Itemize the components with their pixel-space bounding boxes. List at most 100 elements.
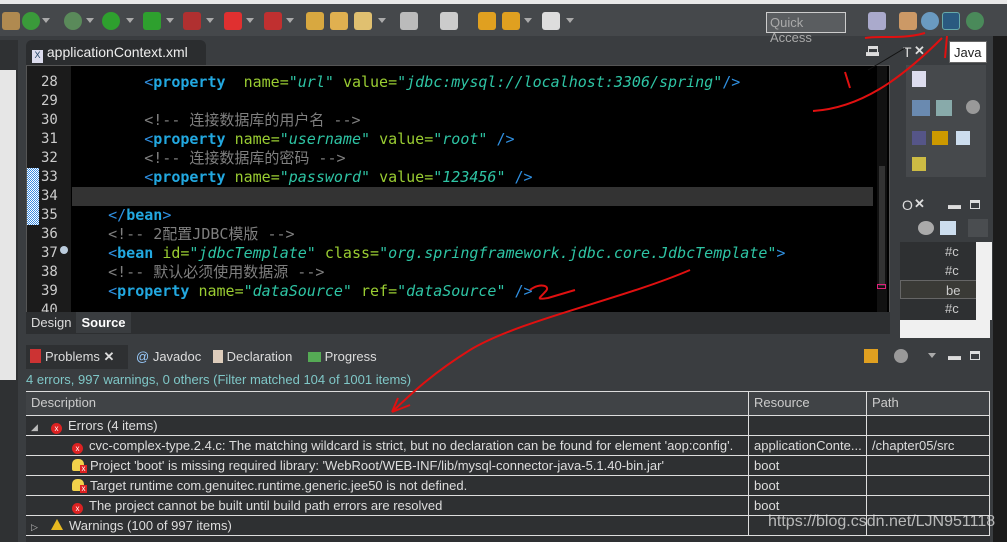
- line-number: 28: [41, 74, 58, 90]
- tab-declaration[interactable]: Declaration: [209, 345, 296, 369]
- code-editor[interactable]: 28 29 30 31 32 33 34 35 36 37 38 39 40 <property nam…: [26, 65, 890, 313]
- perspective-tooltip: Java: [949, 41, 987, 63]
- table-row[interactable]: Project 'boot' is missing required libra…: [26, 456, 990, 476]
- tab-problems[interactable]: Problems ✕: [26, 345, 128, 369]
- left-panel-minimized: [0, 40, 18, 542]
- error-icon: x: [72, 503, 83, 514]
- new-server-icon[interactable]: [2, 12, 20, 30]
- collapse-icon[interactable]: [956, 131, 970, 145]
- line-number: 30: [41, 112, 58, 128]
- column-description[interactable]: Description: [26, 392, 748, 416]
- code-line-30: <!-- 连接数据库的用户名 -->: [144, 111, 361, 129]
- tab-design[interactable]: Design: [26, 312, 76, 333]
- open-type-icon[interactable]: [330, 12, 348, 30]
- maximize-button[interactable]: [970, 200, 980, 209]
- code-line-32: <!-- 连接数据库的密码 -->: [144, 149, 346, 167]
- forward-icon[interactable]: [542, 12, 560, 30]
- close-icon[interactable]: ✕: [914, 43, 925, 59]
- hierarchy-icon[interactable]: [912, 100, 930, 116]
- maximize-button[interactable]: [868, 46, 878, 55]
- run-server-icon[interactable]: [143, 12, 161, 30]
- history-icon[interactable]: [912, 157, 926, 171]
- main-toolbar: Quick Access: [0, 0, 1007, 45]
- column-resource[interactable]: Resource: [748, 392, 866, 416]
- supertype-icon[interactable]: [936, 100, 952, 116]
- collapse-triangle-icon[interactable]: ▷: [31, 517, 41, 536]
- open-perspective-icon[interactable]: [868, 12, 886, 30]
- tab-progress[interactable]: Progress: [304, 345, 381, 369]
- editor-tab[interactable]: X applicationContext.xml ✕: [26, 40, 206, 79]
- table-row[interactable]: x cvc-complex-type.2.4.c: The matching wi…: [26, 436, 990, 456]
- close-icon[interactable]: ✕: [914, 196, 925, 212]
- line-number: 39: [41, 283, 58, 299]
- code-text[interactable]: <property name="url" value="jdbc:mysql:/…: [72, 66, 873, 301]
- code-line-28: <property name="url" value="jdbc:mysql:/…: [144, 73, 741, 91]
- tab-source[interactable]: Source: [76, 312, 131, 333]
- problems-tab-bar: Problems ✕ @ Javadoc Declaration Progres…: [26, 345, 990, 369]
- next-annotation-icon[interactable]: [400, 12, 418, 30]
- web-perspective-icon[interactable]: [921, 12, 939, 30]
- outline-horizontal-scrollbar[interactable]: [900, 320, 990, 338]
- outline-panel: O ✕ ▬ #c #c be #c: [898, 193, 992, 338]
- back-icon[interactable]: [478, 12, 496, 30]
- prev-annotation-icon[interactable]: [440, 12, 458, 30]
- problems-icon: [30, 349, 41, 363]
- java-perspective-icon[interactable]: [942, 12, 960, 30]
- line-number: 31: [41, 131, 58, 147]
- code-line-35: </bean>: [108, 206, 172, 224]
- stop-icon[interactable]: [224, 12, 242, 30]
- new-class-icon[interactable]: [22, 12, 40, 30]
- error-icon: x: [72, 443, 83, 454]
- minimize-button[interactable]: ▬: [948, 197, 961, 212]
- run-icon[interactable]: [102, 12, 120, 30]
- members-icon[interactable]: [932, 131, 948, 145]
- team-perspective-icon[interactable]: [899, 12, 917, 30]
- fold-icon[interactable]: [60, 246, 68, 254]
- progress-icon: [308, 352, 321, 362]
- line-number: 36: [41, 226, 58, 242]
- panel-toolbar: [906, 65, 986, 177]
- sort-icon[interactable]: [918, 221, 934, 235]
- code-line-34-current: [72, 187, 873, 206]
- focus-icon[interactable]: [864, 349, 878, 363]
- javadoc-icon: @: [136, 349, 150, 364]
- table-header: Description Resource Path: [26, 392, 990, 416]
- library-error-icon: [72, 479, 87, 493]
- back-icon[interactable]: [502, 12, 520, 30]
- quick-access-input[interactable]: Quick Access: [766, 12, 846, 45]
- errors-group-row[interactable]: ◢ x Errors (4 items): [26, 416, 990, 436]
- run-external-icon[interactable]: [183, 12, 201, 30]
- open-folder-icon[interactable]: [306, 12, 324, 30]
- wand-icon[interactable]: [354, 12, 372, 30]
- code-line-39: <property name="dataSource" ref="dataSou…: [108, 282, 533, 300]
- view-menu-icon[interactable]: [928, 353, 936, 358]
- line-number: 38: [41, 264, 58, 280]
- line-number: 29: [41, 93, 58, 109]
- editor-scrollbar[interactable]: [877, 66, 887, 312]
- new-icon[interactable]: [912, 71, 926, 87]
- filter-icon[interactable]: [894, 349, 908, 363]
- code-line-33: <property name="password" value="123456"…: [144, 168, 533, 186]
- maximize-button[interactable]: [970, 351, 980, 360]
- minimize-button[interactable]: ▬: [948, 348, 961, 363]
- expand-triangle-icon[interactable]: ◢: [31, 417, 41, 436]
- problems-summary: 4 errors, 997 warnings, 0 others (Filter…: [26, 372, 412, 387]
- column-path[interactable]: Path: [866, 392, 990, 416]
- outline-vertical-scrollbar[interactable]: [976, 242, 992, 320]
- debug-icon[interactable]: [64, 12, 82, 30]
- xml-file-icon: X: [32, 50, 43, 63]
- subtype-icon[interactable]: [966, 100, 980, 114]
- debug-perspective-icon[interactable]: [966, 12, 984, 30]
- collapse-all-icon[interactable]: [940, 221, 956, 235]
- overview-ruler-marker[interactable]: [877, 284, 886, 289]
- declaration-icon: [213, 350, 223, 363]
- disconnect-icon[interactable]: [264, 12, 282, 30]
- tab-javadoc[interactable]: @ Javadoc: [132, 345, 205, 369]
- table-row[interactable]: Target runtime com.genuitec.runtime.gene…: [26, 476, 990, 496]
- filter-icon[interactable]: [912, 131, 926, 145]
- close-icon: ✕: [103, 349, 115, 364]
- code-line-31: <property name="username" value="root" /…: [144, 130, 515, 148]
- panel-title: T: [903, 44, 912, 60]
- view-menu-icon[interactable]: [968, 219, 988, 237]
